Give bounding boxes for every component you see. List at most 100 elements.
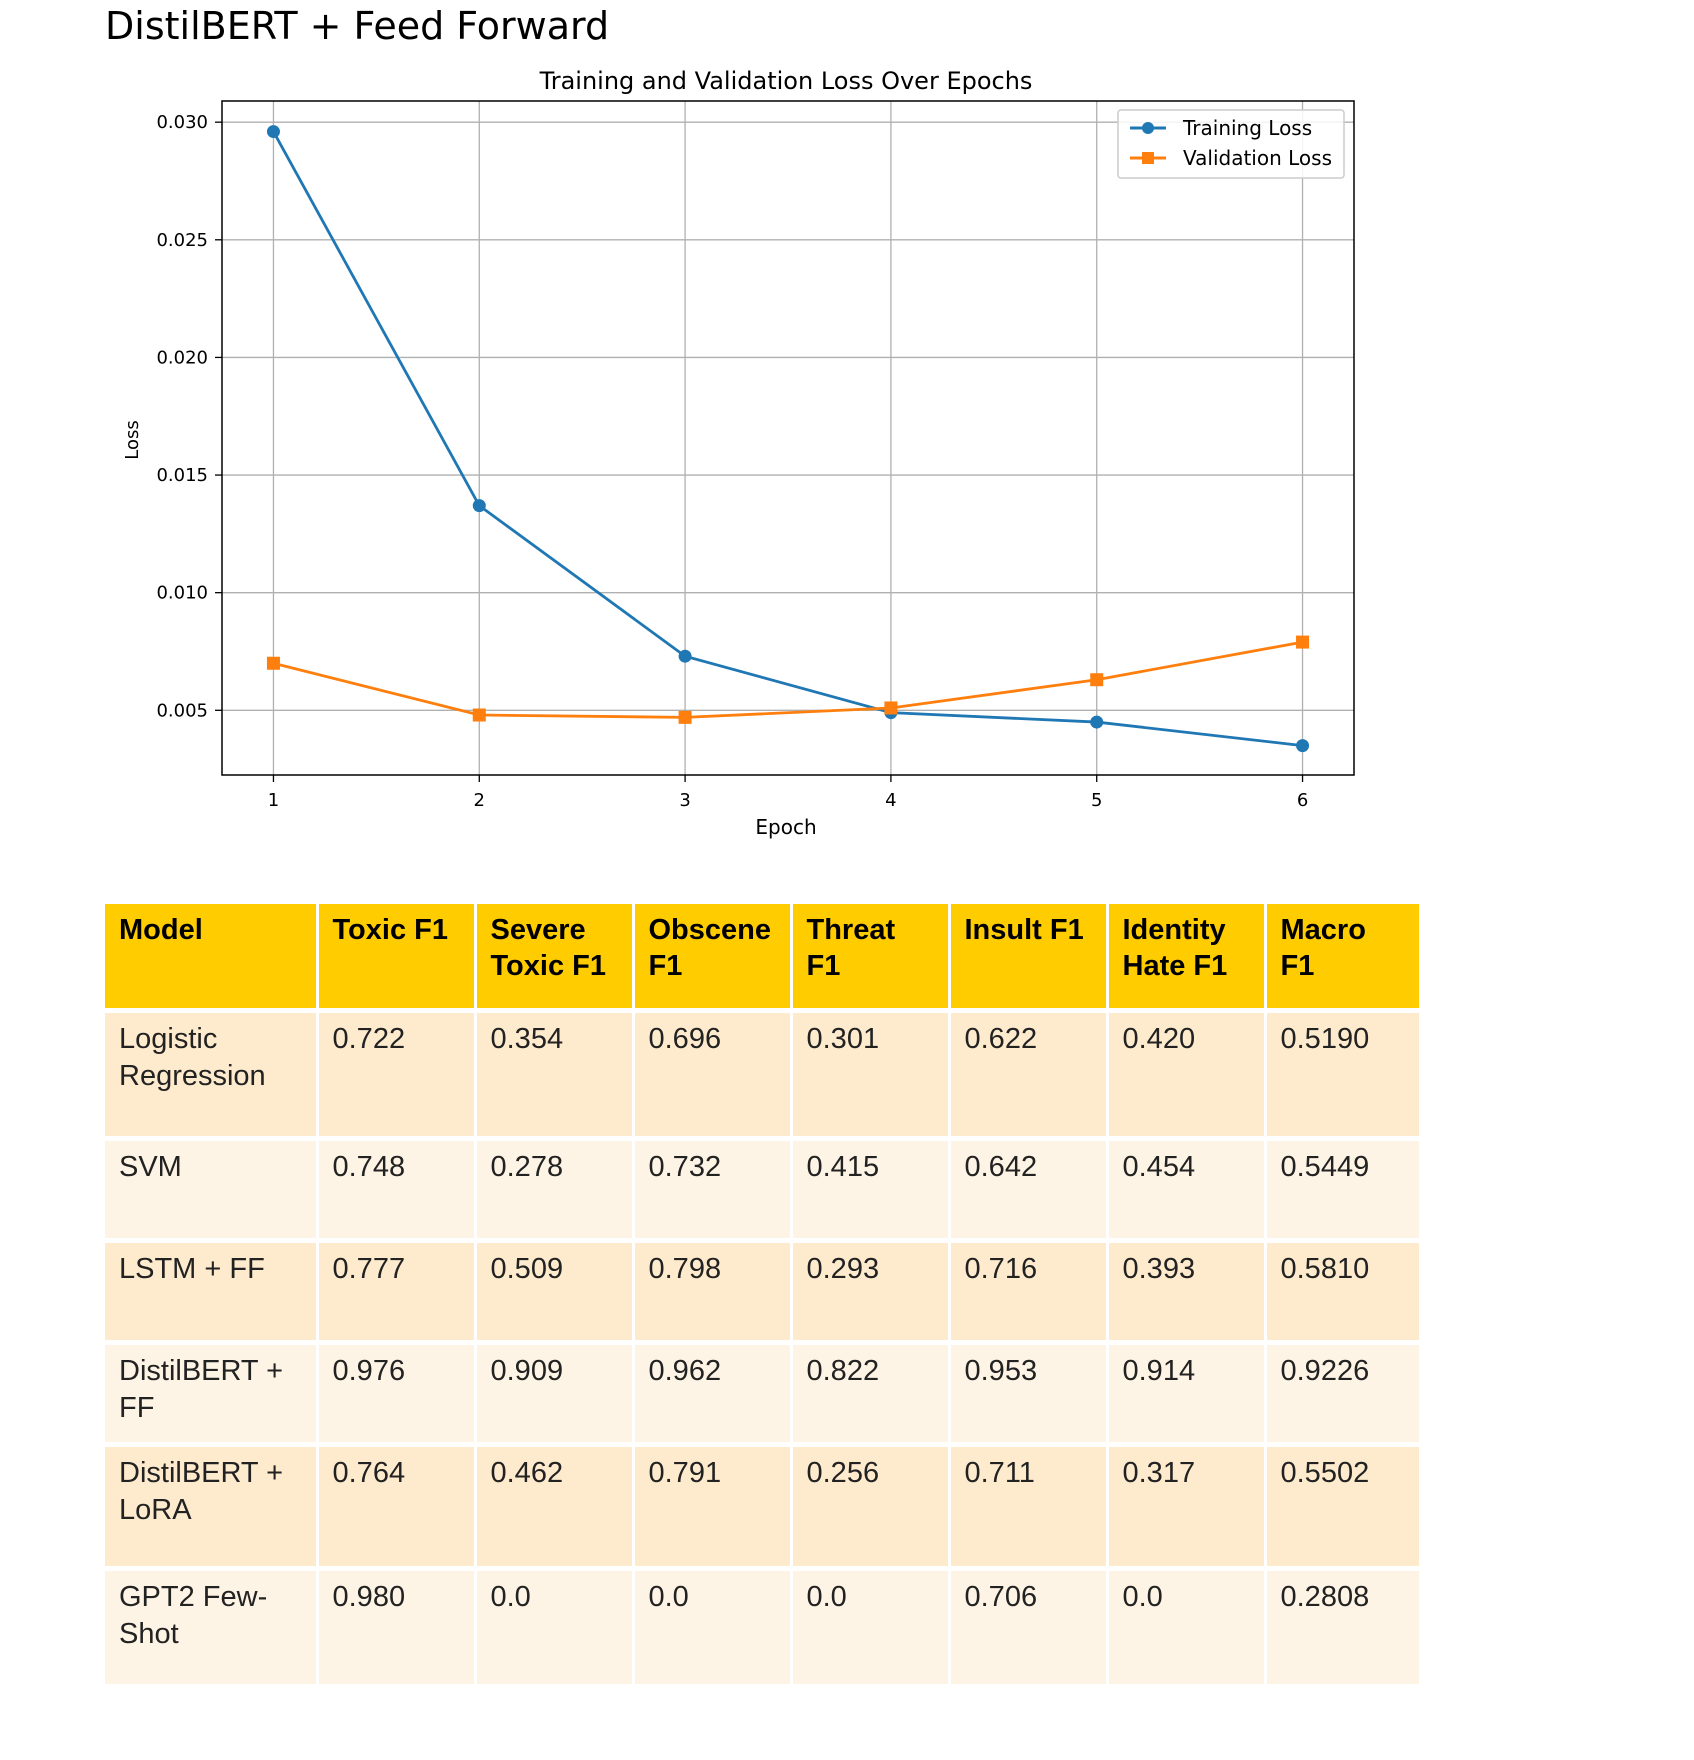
x-tick-label: 3 [679,790,690,811]
header-cell: Toxic F1 [317,904,477,1013]
header-cell: Severe Toxic F1 [475,904,635,1013]
training-point [1296,739,1310,753]
header-cell: Obscene F1 [633,904,793,1013]
table-row: DistilBERT + LoRA 0.764 0.462 0.791 0.256 0.7… [105,1444,1419,1571]
score-cell: 0.0 [633,1568,793,1689]
loss-chart: Training and Validation Loss Over Epochs… [122,67,1355,839]
legend-validation-label: Validation Loss [1183,146,1332,170]
score-cell: 0.732 [633,1138,793,1243]
chart-ticks: 1 2 3 4 5 6 0.005 0.010 0.015 0.020 0.025 0.030 [156,112,1308,811]
score-cell: 0.0 [791,1568,951,1689]
x-tick-label: 4 [885,790,896,811]
score-cell: 0.722 [317,1010,477,1141]
score-cell: 0.415 [791,1138,951,1243]
score-cell: 0.777 [317,1240,477,1345]
training-point [266,125,280,139]
training-point [1090,715,1104,729]
x-tick-label: 5 [1091,790,1102,811]
score-cell: 0.0 [1107,1568,1267,1689]
score-cell: 0.706 [949,1568,1109,1689]
score-cell: 0.301 [791,1010,951,1141]
chart-series [266,125,1310,753]
score-cell: 0.462 [475,1444,635,1571]
x-axis-label: Epoch [755,815,816,839]
score-cell: 0.798 [633,1240,793,1345]
chart-title: Training and Validation Loss Over Epochs [539,67,1033,95]
y-tick-label: 0.020 [156,347,208,368]
score-cell: 0.256 [791,1444,951,1571]
score-cell: 0.909 [475,1342,635,1447]
score-cell: 0.962 [633,1342,793,1447]
score-cell: 0.914 [1107,1342,1267,1447]
score-cell: 0.711 [949,1444,1109,1571]
y-axis-label: Loss [122,420,143,459]
training-point [678,649,692,663]
header-cell: Threat F1 [791,904,951,1013]
validation-point [884,701,898,715]
model-name-cell: Logistic Regression [105,1010,319,1141]
score-cell: 0.748 [317,1138,477,1243]
score-cell: 0.976 [317,1342,477,1447]
plot-frame [221,100,1355,776]
header-cell: Insult F1 [949,904,1109,1013]
score-cell: 0.2808 [1265,1568,1419,1689]
header-cell: Model [105,904,319,1013]
legend-validation-marker [1142,152,1154,164]
page-title: DistilBERT + Feed Forward [105,4,610,48]
validation-point [266,656,280,670]
table-row: DistilBERT + FF 0.976 0.909 0.962 0.822 0.953… [105,1342,1419,1447]
model-name-cell: GPT2 Few-Shot [105,1568,319,1689]
score-cell: 0.293 [791,1240,951,1345]
score-cell: 0.393 [1107,1240,1267,1345]
model-name-cell: SVM [105,1138,319,1243]
header-cell: Identity Hate F1 [1107,904,1267,1013]
score-cell: 0.317 [1107,1444,1267,1571]
y-tick-label: 0.005 [156,700,208,721]
legend-training-label: Training Loss [1182,116,1312,140]
y-tick-label: 0.015 [156,465,208,486]
score-cell: 0.509 [475,1240,635,1345]
chart-grid [222,101,1354,775]
score-cell: 0.716 [949,1240,1109,1345]
table-row: SVM 0.748 0.278 0.732 0.415 0.642 0.454 0.5449 [105,1138,1419,1243]
model-name-cell: DistilBERT + FF [105,1342,319,1447]
score-cell: 0.278 [475,1138,635,1243]
table-row: Logistic Regression 0.722 0.354 0.696 0.301 0… [105,1010,1419,1141]
model-name-cell: LSTM + FF [105,1240,319,1345]
score-cell: 0.5449 [1265,1138,1419,1243]
score-cell: 0.0 [475,1568,635,1689]
chart-legend: Training Loss Validation Loss [1117,109,1345,179]
score-cell: 0.642 [949,1138,1109,1243]
header-cell: Macro F1 [1265,904,1419,1013]
x-tick-label: 2 [474,790,485,811]
table-header-row: Model Toxic F1 Severe Toxic F1 Obscene F… [105,904,1419,1013]
series-line-training [272,130,1303,747]
series-line-validation [273,640,1303,719]
score-cell: 0.696 [633,1010,793,1141]
y-tick-label: 0.030 [156,112,208,133]
score-cell: 0.5502 [1265,1444,1419,1571]
score-cell: 0.354 [475,1010,635,1141]
validation-point [1296,635,1310,649]
x-tick-label: 1 [268,790,279,811]
results-table: Model Toxic F1 Severe Toxic F1 Obscene F… [105,904,1419,1689]
table-row: GPT2 Few-Shot 0.980 0.0 0.0 0.0 0.706 0.0 0.280… [105,1568,1419,1689]
score-cell: 0.5810 [1265,1240,1419,1345]
table-row: LSTM + FF 0.777 0.509 0.798 0.293 0.716 0.393 0… [105,1240,1419,1345]
score-cell: 0.980 [317,1568,477,1689]
score-cell: 0.622 [949,1010,1109,1141]
score-cell: 0.9226 [1265,1342,1419,1447]
training-point [472,499,486,513]
model-name-cell: DistilBERT + LoRA [105,1444,319,1571]
validation-point [472,708,486,722]
score-cell: 0.454 [1107,1138,1267,1243]
score-cell: 0.420 [1107,1010,1267,1141]
score-cell: 0.764 [317,1444,477,1571]
score-cell: 0.791 [633,1444,793,1571]
x-tick-label: 6 [1297,790,1308,811]
validation-point [678,710,692,724]
legend-training-marker [1142,122,1154,134]
score-cell: 0.822 [791,1342,951,1447]
score-cell: 0.953 [949,1342,1109,1447]
y-tick-label: 0.025 [156,230,208,251]
